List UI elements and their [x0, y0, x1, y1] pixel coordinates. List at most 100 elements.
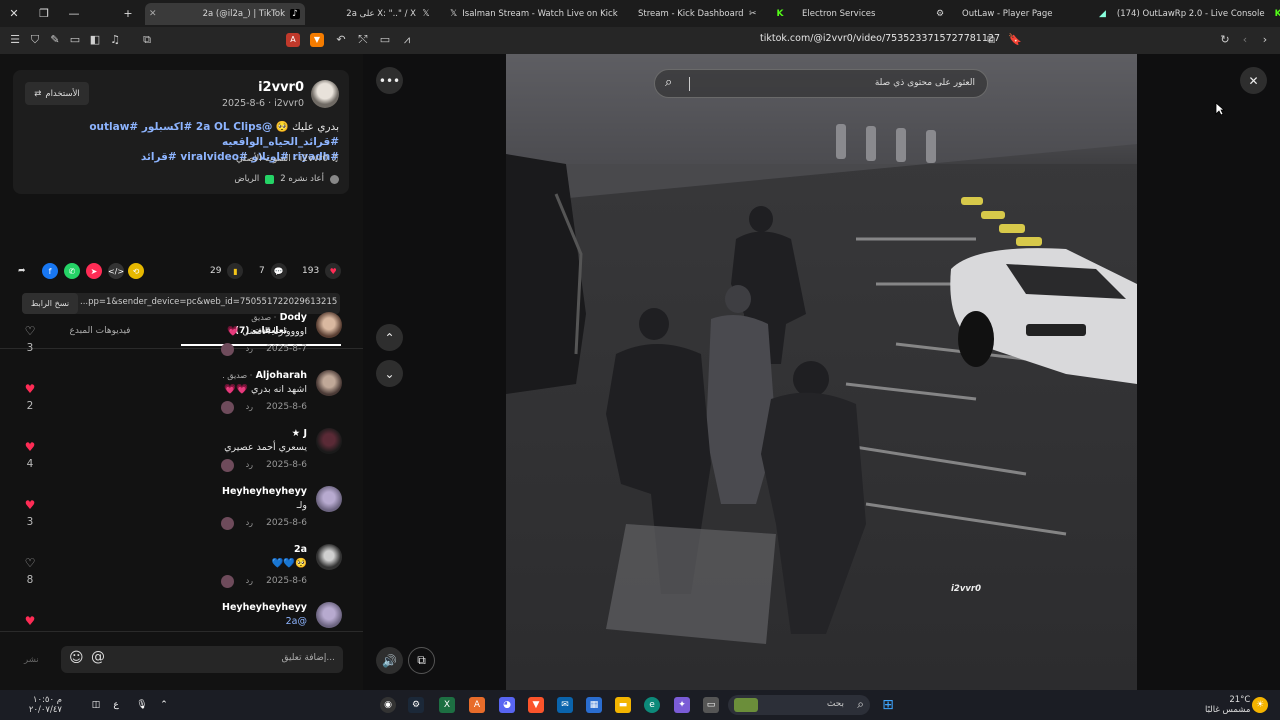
comment-input[interactable]: ☺ @ إضافة تعليق... — [61, 646, 343, 673]
commenter-avatar[interactable] — [316, 602, 342, 628]
previous-video-icon[interactable]: ⌃ — [376, 324, 403, 351]
menu-icon[interactable]: ☰ — [8, 33, 22, 47]
sidebar-icon[interactable]: ◧ — [88, 33, 102, 47]
tab-tiktok[interactable]: ✕ 2a (@il2a_) | TikTok ♪ — [145, 3, 305, 25]
commenter-name[interactable]: Heyheyheyheyy — [222, 602, 307, 613]
new-tab-icon[interactable]: + — [114, 0, 142, 27]
edge-icon[interactable]: e — [644, 697, 660, 713]
minimize-window-icon[interactable]: — — [60, 0, 88, 27]
commenter-avatar[interactable] — [316, 544, 342, 570]
commenter-name[interactable]: 2a — [294, 544, 307, 555]
reply-button[interactable]: رد — [246, 576, 253, 585]
next-video-icon[interactable]: ⌄ — [376, 360, 403, 387]
comment-mention[interactable]: @2a — [286, 616, 307, 627]
author-avatar[interactable] — [311, 80, 339, 108]
commenter-name[interactable]: Aljoharah · صديق . — [222, 370, 307, 381]
windows-start-icon[interactable]: ⊞ — [880, 697, 896, 713]
post-username[interactable]: i2vvr0 — [258, 80, 304, 95]
reply-button[interactable]: رد — [246, 518, 253, 527]
microphone-icon[interactable]: 🎙 — [134, 697, 150, 713]
video-player[interactable]: i2vvr0 — [506, 54, 1137, 690]
file-explorer-icon[interactable]: ▬ — [615, 697, 631, 713]
like-button[interactable]: 193 ♥ — [302, 262, 342, 280]
reply-button[interactable]: رد — [246, 402, 253, 411]
share-arrow-icon[interactable]: ➦ — [18, 262, 26, 280]
link-text[interactable]: ...pp=1&sender_device=pc&web_id=75055172… — [80, 297, 338, 307]
store-icon[interactable]: ▦ — [586, 697, 602, 713]
tab-outlaw-console[interactable]: ◢ (174) OutLawRp 2.0 - Live Console K — [1094, 3, 1280, 25]
reply-button[interactable]: رد — [246, 460, 253, 469]
commenter-name[interactable]: J ★ — [292, 428, 307, 439]
vpn-icon[interactable]: ⩘ — [400, 33, 414, 47]
tab-electron[interactable]: K Electron Services — [770, 3, 890, 25]
heart-outline-icon[interactable]: ♡ — [22, 324, 38, 338]
copilot-icon[interactable]: ✦ — [674, 697, 690, 713]
tab-outlaw-player[interactable]: ⚙ OutLaw - Player Page — [930, 3, 1090, 25]
network-icon[interactable]: ◫ — [88, 697, 104, 713]
save-button[interactable]: 29 ▮ — [210, 262, 244, 280]
heart-filled-icon[interactable]: ♥ — [22, 498, 38, 512]
shield-icon[interactable]: ⛉ — [28, 33, 42, 47]
restore-window-icon[interactable]: ❐ — [30, 0, 58, 27]
screenshot-icon[interactable]: ⧉ — [140, 33, 154, 47]
music-icon[interactable]: ♫ — [108, 33, 122, 47]
extension-red-icon[interactable]: A — [286, 33, 300, 47]
taskbar-search[interactable]: بحث ⌕ — [728, 695, 870, 715]
commenter-avatar[interactable] — [316, 428, 342, 454]
follow-button[interactable]: ⇄ الأستخدام — [25, 82, 89, 105]
heart-filled-icon[interactable]: ♥ — [22, 382, 38, 396]
tab-kick-stream[interactable]: 𝕏 Isalman Stream - Watch Live on Kick K — [445, 3, 623, 25]
show-hidden-icons-icon[interactable]: ⌃ — [156, 697, 172, 713]
outlook-icon[interactable]: ✉ — [557, 697, 573, 713]
translate-icon[interactable]: ⤲ — [356, 33, 370, 47]
excel-icon[interactable]: X — [439, 697, 455, 713]
task-view-icon[interactable]: ▭ — [703, 697, 719, 713]
brush-icon[interactable]: ✎ — [48, 33, 62, 47]
tab-x[interactable]: 2a على X: ".." / X 𝕏 — [308, 3, 436, 25]
close-window-icon[interactable]: ✕ — [0, 0, 28, 27]
heart-filled-icon[interactable]: ♥ — [22, 614, 38, 628]
emoji-icon[interactable]: ☺ — [69, 650, 84, 666]
address-bar-url[interactable]: tiktok.com/@i2vvr0/video/753523371572778… — [760, 33, 1000, 44]
copy-link-button[interactable]: نسخ الرابط — [22, 293, 78, 314]
reply-button[interactable]: رد — [246, 344, 253, 353]
wallet-icon[interactable]: ▭ — [68, 33, 82, 47]
tab-close-icon[interactable]: ✕ — [149, 9, 157, 19]
volume-icon[interactable]: 🔊 — [376, 647, 403, 674]
commenter-avatar[interactable] — [316, 312, 342, 338]
repost-button[interactable]: ⟲ — [128, 262, 144, 280]
search-icon[interactable]: ⌕ — [665, 75, 672, 90]
send-share-button[interactable]: ➤ — [86, 262, 102, 280]
brave-shield-icon[interactable]: ▼ — [310, 33, 324, 47]
forward-icon[interactable]: › — [1258, 33, 1272, 47]
close-icon[interactable]: ✕ — [1240, 67, 1267, 94]
comment-button[interactable]: 7 💬 — [259, 262, 287, 280]
facebook-share-button[interactable]: f — [42, 262, 58, 280]
clock[interactable]: م ١٠:٥٠ ٢٠/٠٧/٤٧ — [12, 695, 62, 715]
related-search-input[interactable]: ⌕ العثور على محتوى ذي صلة — [654, 69, 988, 98]
mention-icon[interactable]: @ — [91, 649, 105, 665]
weather-widget[interactable]: 21°C مشمس غالبًا — [1205, 695, 1250, 715]
tab-kick-dashboard[interactable]: Stream - Kick Dashboard ✂ — [632, 3, 762, 25]
location-label[interactable]: الرياض — [234, 174, 259, 184]
heart-filled-icon[interactable]: ♥ — [22, 440, 38, 454]
commenter-name[interactable]: Heyheyheyheyy — [222, 486, 307, 497]
discord-icon[interactable]: ◕ — [499, 697, 515, 713]
post-comment-button[interactable]: نشر — [24, 655, 39, 665]
commenter-avatar[interactable] — [316, 370, 342, 396]
share-icon[interactable]: ⧉ — [984, 33, 998, 47]
bookmark-icon[interactable]: 🔖 — [1008, 33, 1022, 47]
pip-icon[interactable]: ⧉ — [408, 647, 435, 674]
reload-icon[interactable]: ↻ — [1218, 33, 1232, 47]
app-a-icon[interactable]: A — [469, 697, 485, 713]
heart-outline-icon[interactable]: ♡ — [22, 556, 38, 570]
sound-row[interactable]: الصوت الأصلي - i2vvr0 ♫ — [236, 154, 339, 164]
undo-icon[interactable]: ↶ — [334, 33, 348, 47]
embed-button[interactable]: </> — [108, 262, 124, 280]
more-options-icon[interactable]: ••• — [376, 67, 403, 94]
commenter-avatar[interactable] — [316, 486, 342, 512]
app-circle-icon[interactable]: ◉ — [380, 697, 396, 713]
cast-icon[interactable]: ▭ — [378, 33, 392, 47]
whatsapp-share-button[interactable]: ✆ — [64, 262, 80, 280]
back-icon[interactable]: ‹ — [1238, 33, 1252, 47]
